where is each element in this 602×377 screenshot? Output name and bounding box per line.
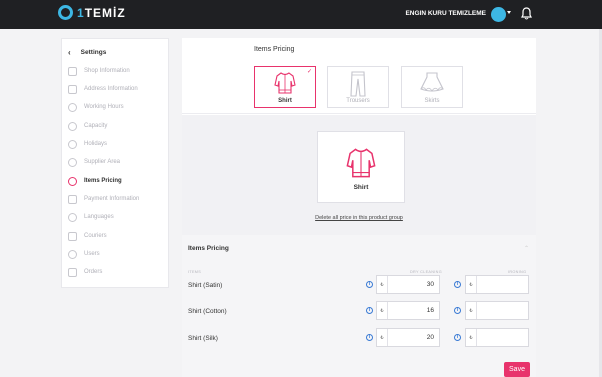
settings-sidebar: ‹ Settings Shop Information Address Info… [61, 38, 169, 288]
sidebar-item-label: Capacity [84, 123, 108, 129]
row-label-shirt-satin: Shirt (Satin) [188, 282, 223, 289]
category-card-shirt[interactable]: ✓ Shirt [254, 66, 316, 108]
sidebar-item-label: Payment Information [84, 196, 140, 202]
sidebar-item-couriers[interactable]: Couriers [68, 230, 107, 242]
sidebar-item-capacity[interactable]: Capacity [68, 120, 107, 132]
dry-cleaning-price-input[interactable]: ₺ 20 [376, 328, 440, 347]
info-icon[interactable]: i [366, 281, 373, 288]
top-bar: 1TEMİZ ENGIN KURU TEMIZLEME [0, 0, 602, 29]
truck-icon [68, 231, 77, 241]
logo-ring-icon [58, 5, 73, 20]
info-icon[interactable]: i [454, 334, 461, 341]
shirt-icon [274, 72, 296, 94]
row-label-shirt-silk: Shirt (Silk) [188, 335, 218, 342]
users-icon [68, 249, 77, 259]
sidebar-item-orders[interactable]: Orders [68, 266, 102, 278]
sidebar-header[interactable]: ‹ Settings [68, 48, 106, 57]
column-header-dry-cleaning: DRY CLEANING [410, 270, 442, 274]
shop-icon [68, 66, 77, 76]
category-label: Shirt [278, 98, 292, 104]
user-name[interactable]: ENGIN KURU TEMIZLEME [405, 10, 486, 17]
ironing-price-input[interactable]: ₺ [465, 301, 529, 320]
sidebar-item-label: Items Pricing [84, 178, 122, 184]
sidebar-item-label: Couriers [84, 233, 107, 239]
cart-icon [68, 267, 77, 277]
category-card-trousers[interactable]: Trousers [327, 66, 389, 108]
sidebar-title: Settings [80, 49, 107, 56]
sidebar-item-label: Languages [84, 214, 114, 220]
trousers-icon [350, 71, 366, 97]
bell-icon[interactable] [521, 7, 532, 20]
sidebar-item-label: Holidays [84, 141, 108, 147]
holiday-icon [68, 139, 77, 149]
sidebar-item-users[interactable]: Users [68, 248, 100, 260]
sidebar-item-address-information[interactable]: Address Information [68, 83, 138, 95]
chevron-down-icon[interactable] [507, 11, 511, 14]
lira-icon: ₺ [466, 302, 477, 319]
column-header-ironing: IRONING [508, 270, 527, 274]
selected-product-card: Shirt [317, 131, 405, 203]
category-card-skirts[interactable]: Skirts [401, 66, 463, 108]
ironing-price-input[interactable]: ₺ [465, 328, 529, 347]
sidebar-item-holidays[interactable]: Holidays [68, 138, 107, 150]
selected-product-label: Shirt [353, 184, 369, 191]
location-icon [68, 157, 77, 167]
category-label: Trousers [346, 98, 370, 104]
card-icon [68, 194, 77, 204]
sidebar-item-label: Address Information [84, 86, 138, 92]
sidebar-item-languages[interactable]: Languages [68, 211, 114, 223]
capacity-icon [68, 121, 77, 131]
sidebar-item-payment-information[interactable]: Payment Information [68, 193, 139, 205]
info-icon[interactable]: i [454, 281, 461, 288]
pricing-title: Items Pricing [188, 245, 229, 252]
category-label: Skirts [424, 98, 440, 104]
logo-number: 1 [77, 5, 85, 20]
shirt-icon [346, 148, 376, 178]
clock-icon [68, 102, 77, 112]
column-header-items: ITEMS [188, 270, 202, 274]
ironing-price-input[interactable]: ₺ [465, 275, 529, 294]
logo[interactable]: 1TEMİZ [58, 5, 126, 20]
sidebar-item-label: Shop Information [84, 68, 130, 74]
sidebar-item-label: Working Hours [84, 104, 124, 110]
delete-all-prices-link[interactable]: Delete all price in this product group [182, 215, 536, 221]
pricing-section: Items Pricing ⌃ ITEMS DRY CLEANING IRONI… [182, 235, 536, 377]
sidebar-item-items-pricing[interactable]: Items Pricing [68, 175, 122, 187]
back-chevron-icon[interactable]: ‹ [68, 48, 71, 57]
lira-icon: ₺ [377, 302, 388, 319]
sidebar-item-shop-information[interactable]: Shop Information [68, 65, 130, 77]
info-icon[interactable]: i [454, 307, 461, 314]
sidebar-item-supplier-area[interactable]: Supplier Area [68, 156, 120, 168]
lira-icon: ₺ [377, 276, 388, 293]
save-button[interactable]: Save [504, 362, 530, 377]
address-icon [68, 84, 77, 94]
sidebar-item-working-hours[interactable]: Working Hours [68, 101, 124, 113]
sidebar-item-label: Supplier Area [84, 159, 121, 165]
info-icon[interactable]: i [366, 307, 373, 314]
sidebar-item-label: Orders [84, 269, 103, 275]
lira-icon: ₺ [466, 329, 477, 346]
avatar[interactable] [491, 7, 506, 22]
page-title: Items Pricing [254, 46, 295, 53]
info-icon[interactable]: i [366, 334, 373, 341]
collapse-icon[interactable]: ⌃ [524, 245, 529, 252]
lira-icon: ₺ [466, 276, 477, 293]
category-section: Items Pricing ✓ Shirt Trousers Skirts [182, 38, 536, 114]
main-panel: Items Pricing ✓ Shirt Trousers Skirts Sh… [182, 38, 536, 377]
selected-product-section: Shirt Delete all price in this product g… [182, 115, 536, 235]
sidebar-item-label: Users [84, 251, 100, 257]
dry-cleaning-price-input[interactable]: ₺ 30 [376, 275, 440, 294]
dry-cleaning-price-input[interactable]: ₺ 16 [376, 301, 440, 320]
skirt-icon [420, 72, 444, 92]
check-icon: ✓ [306, 69, 312, 75]
languages-icon [68, 212, 77, 222]
pricing-icon [68, 176, 77, 186]
row-label-shirt-cotton: Shirt (Cotton) [188, 308, 227, 315]
logo-text: TEMİZ [84, 5, 126, 20]
lira-icon: ₺ [377, 329, 388, 346]
